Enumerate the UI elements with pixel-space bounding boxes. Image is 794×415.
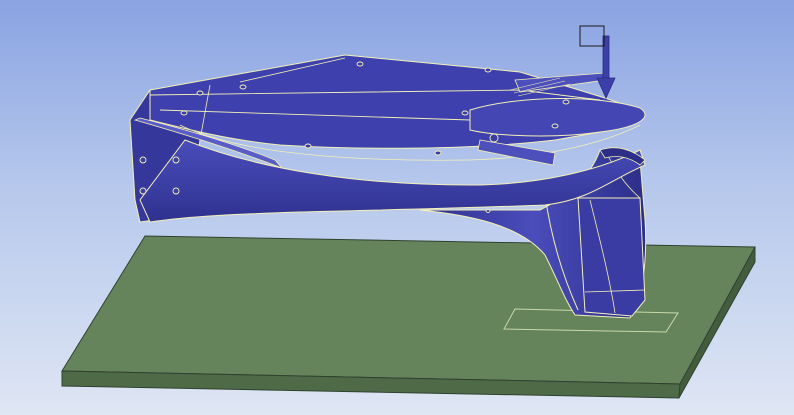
coordinate-box-icon[interactable]	[579, 25, 605, 47]
hole	[304, 143, 312, 149]
hole	[139, 187, 147, 195]
hole	[461, 110, 469, 116]
hole	[551, 123, 559, 129]
base-plate[interactable]	[61, 235, 756, 399]
hole	[562, 99, 570, 105]
force-arrow-icon[interactable]	[596, 35, 616, 99]
hole	[485, 209, 491, 213]
hole	[180, 110, 188, 116]
base-plate-top-face	[61, 235, 756, 385]
hole	[356, 61, 364, 67]
column-front-panel	[577, 197, 646, 317]
hole	[484, 67, 492, 73]
hole	[172, 156, 180, 164]
hole	[196, 90, 204, 96]
graphics-viewport[interactable]	[0, 0, 794, 415]
hole	[239, 84, 247, 90]
main-housing[interactable]	[129, 54, 646, 223]
hole	[489, 133, 499, 143]
hole	[139, 156, 147, 164]
hole	[434, 150, 442, 156]
model-scene[interactable]	[0, 0, 794, 415]
hole	[172, 187, 180, 195]
housing-oval-flange	[469, 98, 646, 137]
